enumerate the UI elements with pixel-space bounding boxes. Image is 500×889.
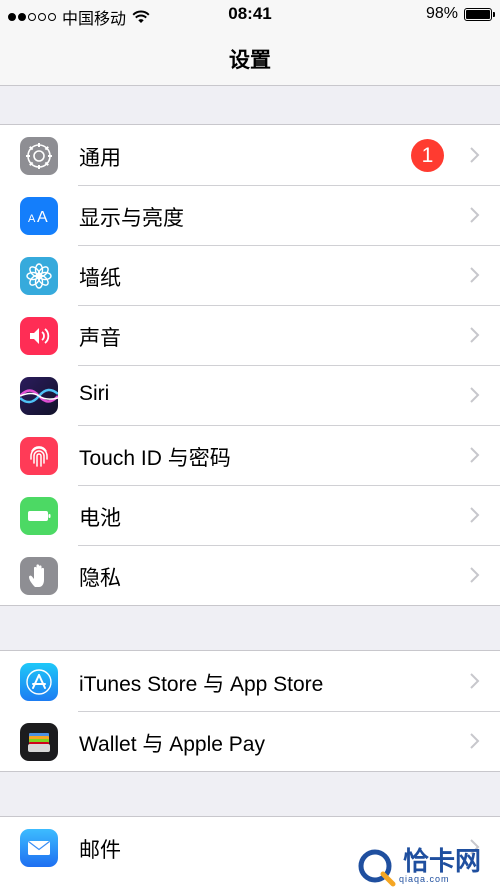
settings-row-label: 墙纸 [79,267,121,290]
settings-row-label: 电池 [79,507,121,530]
settings-row-privacy[interactable]: 隐私 [0,545,500,605]
hand-icon [20,557,58,595]
settings-row-label: iTunes Store 与 App Store [79,673,324,696]
settings-row-sounds[interactable]: 声音 [0,305,500,365]
watermark-logo-icon [358,849,396,887]
settings-row-label: Touch ID 与密码 [79,447,231,470]
chevron-right-icon [470,387,480,403]
chevron-right-icon [470,567,480,583]
chevron-right-icon [470,733,480,749]
status-bar: 中国移动 08:41 98% [0,0,500,30]
app-store-icon [20,663,58,701]
notification-badge: 1 [411,139,444,172]
battery-icon [20,497,58,535]
chevron-right-icon [470,507,480,523]
settings-row-siri[interactable]: Siri [0,365,500,425]
siri-icon [20,377,58,415]
settings-row-itunes-app-store[interactable]: iTunes Store 与 App Store [0,651,500,711]
site-watermark: 恰卡网 qiaqa.com [355,843,500,889]
chevron-right-icon [470,327,480,343]
settings-row-label: Wallet 与 Apple Pay [79,733,265,756]
watermark-name: 恰卡网 [403,846,482,876]
settings-row-general[interactable]: 通用 1 [0,125,500,185]
settings-row-label: 隐私 [79,567,121,590]
settings-row-label: 显示与亮度 [79,207,184,230]
battery-percent: 98% [425,5,458,22]
settings-row-wallet[interactable]: Wallet 与 Apple Pay [0,711,500,771]
svg-text:A: A [28,213,36,225]
fingerprint-icon [20,437,58,475]
page-title: 设置 [229,49,271,72]
speaker-icon [20,317,58,355]
battery-icon [464,7,495,21]
chevron-right-icon [470,447,480,463]
gear-icon [20,137,58,175]
chevron-right-icon [470,207,480,223]
settings-row-battery[interactable]: 电池 [0,485,500,545]
chevron-right-icon [470,267,480,283]
wallet-icon [20,723,58,761]
svg-text:A: A [37,209,48,226]
flower-icon [20,257,58,295]
settings-row-label: 声音 [79,327,121,350]
navigation-bar: 设置 [0,30,500,86]
settings-row-wallpaper[interactable]: 墙纸 [0,245,500,305]
settings-row-display[interactable]: A A 显示与亮度 [0,185,500,245]
mail-icon [20,829,58,867]
chevron-right-icon [470,147,480,163]
settings-row-label: 邮件 [79,839,121,862]
settings-row-label: Siri [79,382,110,405]
settings-group-1: 通用 1 A A 显示与亮度 墙纸 声音 Siri Touch ID 与密码 电… [0,124,500,606]
settings-row-touch-id[interactable]: Touch ID 与密码 [0,425,500,485]
settings-row-label: 通用 [79,147,121,170]
settings-group-2: iTunes Store 与 App Store Wallet 与 Apple … [0,650,500,772]
status-right: 98% [425,5,495,23]
chevron-right-icon [470,673,480,689]
text-size-icon: A A [20,197,58,235]
